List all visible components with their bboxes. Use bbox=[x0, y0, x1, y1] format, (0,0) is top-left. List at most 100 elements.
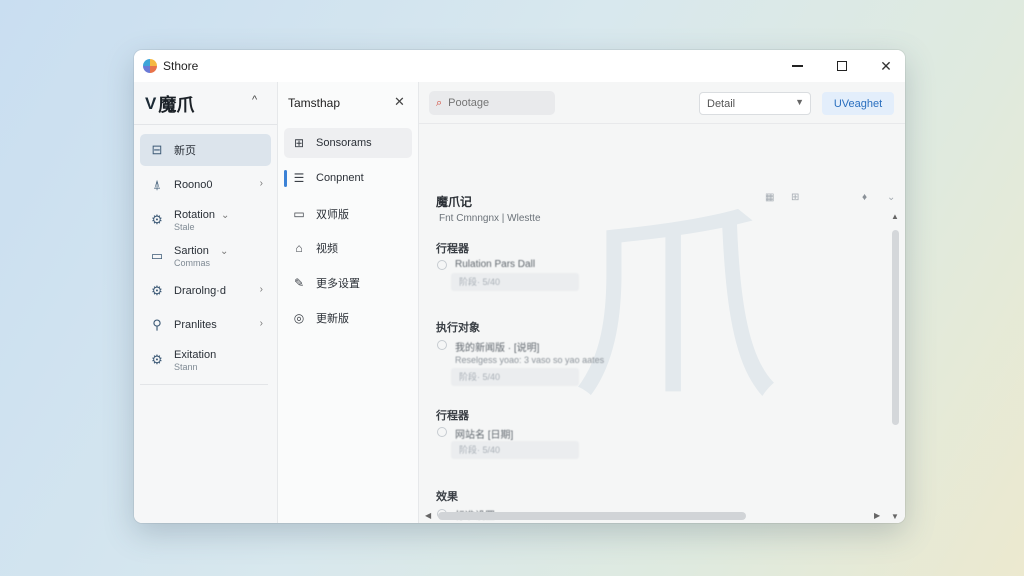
chevron-down-icon: ⌄ bbox=[221, 210, 230, 221]
scroll-left-icon[interactable]: ◀ bbox=[425, 511, 431, 520]
panel-item-label: Conpnent bbox=[316, 172, 364, 184]
more-icon[interactable]: ⌄ bbox=[887, 192, 895, 203]
chevron-right-icon: › bbox=[259, 284, 263, 295]
breadcrumb[interactable]: Fnt Cmnngnx | Wlestte bbox=[439, 213, 541, 224]
chevron-right-icon: › bbox=[259, 318, 263, 329]
sidebar-item-sublabel: Stale bbox=[174, 221, 195, 232]
brand-name: 魔爪 bbox=[158, 95, 195, 116]
app-window: Sthore ✕ V 魔爪 ^ ⊟ 新页 ⍋ Roono0 › ⚙ Rotati… bbox=[134, 50, 905, 523]
status-chip: 阶段· 5/40 bbox=[451, 368, 579, 386]
secondary-panel: Tamsthap ✕ ⊞ Sonsorams ☰ Conpnent ▭ 双师版 … bbox=[278, 82, 419, 523]
target-icon: ◎ bbox=[293, 311, 305, 325]
watermark: 爪 bbox=[569, 184, 780, 429]
sidebar-item-label: Exitation bbox=[174, 348, 217, 361]
section-title: 行程器 bbox=[436, 242, 469, 255]
grid-icon: ⊞ bbox=[293, 136, 305, 150]
flask-icon: ⍋ bbox=[153, 177, 161, 192]
scroll-thumb[interactable] bbox=[892, 230, 899, 425]
panel-item-label: Sonsorams bbox=[316, 137, 372, 149]
view-grid-icon[interactable]: ▦ bbox=[765, 192, 774, 203]
maximize-button[interactable] bbox=[820, 50, 864, 82]
gear-sync-icon: ⚙ bbox=[151, 212, 163, 227]
radio-option[interactable] bbox=[437, 260, 447, 270]
cog-icon: ⚙ bbox=[151, 283, 163, 298]
chevron-up-icon[interactable]: ^ bbox=[252, 94, 257, 106]
sidebar-item-sublabel: Commas bbox=[174, 257, 211, 268]
sidebar-item-label: 新页 bbox=[174, 145, 196, 157]
option-label: 我的新闻版 · [说明] bbox=[455, 343, 540, 354]
panel-item-chat[interactable]: ▭ 双师版 bbox=[284, 199, 412, 229]
brand-logo-icon: V bbox=[145, 94, 157, 113]
select-value: Detail bbox=[707, 97, 736, 110]
search-box[interactable]: ⌕ bbox=[429, 91, 555, 115]
sidebar-item-pranlites[interactable]: ⚲ Pranlites › bbox=[140, 309, 271, 341]
sidebar-item-label: Pranlites bbox=[174, 319, 217, 331]
sidebar-item-sartion[interactable]: ▭ Sartion Commas ⌄ bbox=[140, 240, 271, 272]
status-chip: 阶段· 5/40 bbox=[451, 273, 579, 291]
toolbar: ⌕ Detail ▼ UVeaghet bbox=[419, 82, 905, 124]
sidebar-item-label: Rotation bbox=[174, 208, 215, 221]
edit-icon: ✎ bbox=[293, 276, 305, 290]
option-label: Rulation Pars Dall bbox=[455, 259, 536, 270]
sidebar-item-home[interactable]: ⊟ 新页 bbox=[140, 134, 271, 166]
chevron-right-icon: › bbox=[259, 178, 263, 189]
view-select[interactable]: Detail ▼ bbox=[699, 92, 811, 115]
panel-item-label: 视频 bbox=[316, 243, 338, 255]
horizontal-scrollbar[interactable]: ◀ ▶ bbox=[419, 507, 889, 523]
window-icon: ▭ bbox=[150, 248, 164, 263]
scroll-up-icon[interactable]: ▲ bbox=[891, 212, 899, 221]
divider bbox=[140, 384, 268, 385]
status-chip: 阶段· 5/40 bbox=[451, 441, 579, 459]
title-bar: Sthore ✕ bbox=[134, 50, 905, 82]
layout-icon: ⊟ bbox=[151, 142, 163, 157]
page-title: 魔爪记 bbox=[436, 195, 473, 209]
chevron-down-icon: ⌄ bbox=[220, 246, 229, 257]
sidebar-item-exitation[interactable]: ⚙ Exitation Stann bbox=[140, 344, 271, 376]
option-note: Reselgess yoao: 3 vaso so yao aates bbox=[455, 355, 605, 365]
radio-option[interactable] bbox=[437, 340, 447, 350]
pin-icon[interactable]: ♦ bbox=[862, 192, 867, 203]
home-icon: ⌂ bbox=[295, 241, 303, 255]
panel-item-settings[interactable]: ✎ 更多设置 bbox=[284, 268, 412, 298]
sidebar-item-roono[interactable]: ⍋ Roono0 › bbox=[140, 169, 271, 201]
panel-item-update[interactable]: ◎ 更新版 bbox=[284, 303, 412, 333]
panel-title: Tamsthap bbox=[288, 96, 341, 110]
brand[interactable]: V 魔爪 bbox=[145, 92, 194, 116]
sidebar-item-sublabel: Stann bbox=[174, 361, 198, 372]
close-window-button[interactable]: ✕ bbox=[864, 50, 905, 82]
panel-item-label: 更多设置 bbox=[316, 278, 360, 290]
maximize-icon bbox=[837, 61, 847, 71]
panel-item-label: 更新版 bbox=[316, 313, 349, 325]
radio-option[interactable] bbox=[437, 427, 447, 437]
person-key-icon: ⚲ bbox=[152, 317, 162, 332]
minimize-icon bbox=[791, 65, 803, 67]
search-icon: ⌕ bbox=[436, 96, 443, 109]
section-title: 行程器 bbox=[436, 409, 469, 422]
section-title: 效果 bbox=[436, 490, 458, 503]
app-icon bbox=[143, 59, 157, 73]
sidebar-item-label: Roono0 bbox=[174, 179, 213, 191]
close-icon[interactable]: ✕ bbox=[394, 94, 405, 110]
panel-item-video[interactable]: ⌂ 视频 bbox=[284, 233, 412, 263]
sidebar: V 魔爪 ^ ⊟ 新页 ⍋ Roono0 › ⚙ Rotation Stale … bbox=[134, 82, 278, 523]
scroll-right-icon[interactable]: ▶ bbox=[874, 511, 880, 520]
chat-icon: ▭ bbox=[293, 207, 305, 221]
section-title: 执行对象 bbox=[436, 321, 480, 334]
sidebar-item-rotation[interactable]: ⚙ Rotation Stale ⌄ bbox=[140, 204, 271, 236]
vertical-scrollbar[interactable]: ▲ ▼ bbox=[889, 212, 901, 522]
scroll-thumb[interactable] bbox=[438, 512, 746, 520]
scroll-down-icon[interactable]: ▼ bbox=[891, 512, 899, 521]
main-content: ⌕ Detail ▼ UVeaghet 爪 ▦ ⊞ ♦ ⌄ 魔爪记 Fnt Cm… bbox=[419, 82, 905, 523]
minimize-button[interactable] bbox=[775, 50, 819, 82]
sidebar-item-label: Sartion bbox=[174, 244, 209, 257]
sidebar-item-label: Drarolng·d bbox=[174, 285, 226, 297]
search-input[interactable] bbox=[448, 97, 539, 109]
close-icon: ✕ bbox=[880, 57, 892, 74]
sidebar-item-drarolng[interactable]: ⚙ Drarolng·d › bbox=[140, 275, 271, 307]
chevron-down-icon: ▼ bbox=[795, 97, 804, 107]
primary-action-button[interactable]: UVeaghet bbox=[822, 92, 894, 115]
panel-item-conpnent[interactable]: ☰ Conpnent bbox=[284, 163, 412, 193]
panel-item-sonsorams[interactable]: ⊞ Sonsorams bbox=[284, 128, 412, 158]
window-title: Sthore bbox=[163, 59, 199, 73]
view-table-icon[interactable]: ⊞ bbox=[791, 192, 799, 203]
